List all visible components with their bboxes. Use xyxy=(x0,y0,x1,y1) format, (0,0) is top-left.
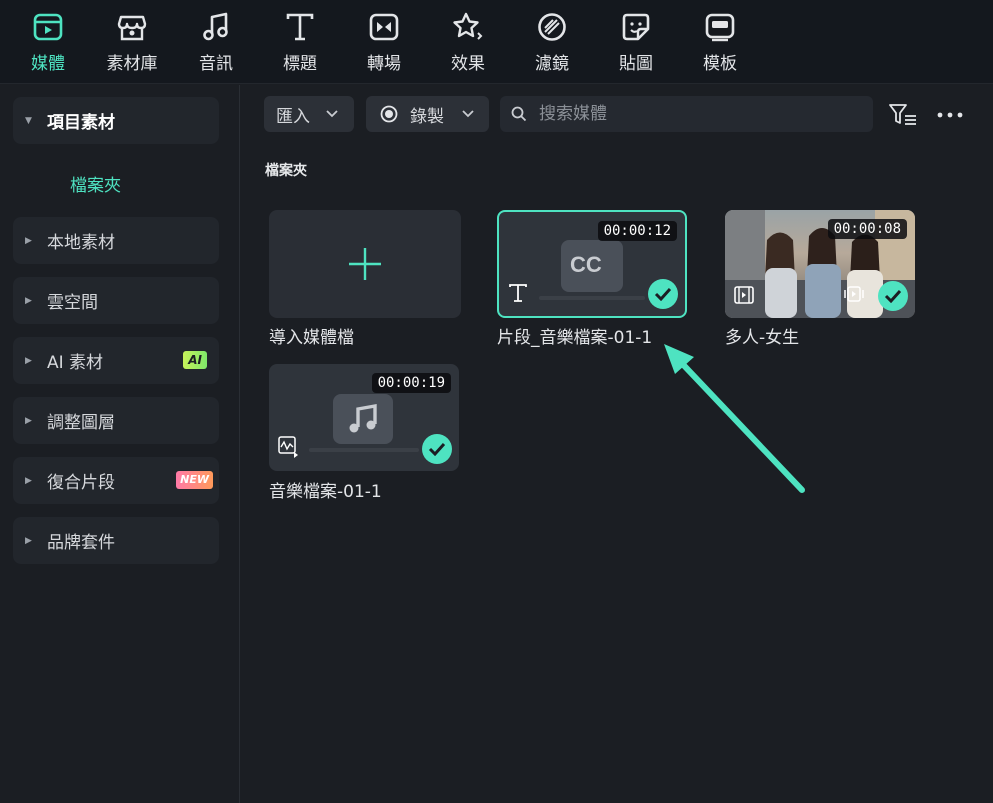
caret-right-icon: ▶ xyxy=(25,295,32,306)
sidebar-item-label: 項目素材 xyxy=(47,113,115,133)
sidebar-item-label: 本地素材 xyxy=(47,233,115,253)
caret-right-icon: ▶ xyxy=(25,415,32,426)
added-check-icon xyxy=(648,279,678,309)
caret-right-icon: ▶ xyxy=(25,355,32,366)
annotation-arrow xyxy=(664,344,805,493)
import-label: 匯入 xyxy=(276,106,310,127)
music-note-icon xyxy=(333,394,393,444)
media-icon xyxy=(31,10,65,43)
tab-audio[interactable]: 音訊 xyxy=(181,10,251,74)
search-input[interactable] xyxy=(539,104,839,124)
card-name: 片段_音樂檔案-01-1 xyxy=(497,328,653,348)
tab-label: 素材庫 xyxy=(106,54,158,74)
video-film-icon xyxy=(734,286,754,304)
tab-label: 轉場 xyxy=(367,54,401,74)
tab-label: 標題 xyxy=(283,54,317,74)
sidebar-item-brand-kit[interactable]: ▶ 品牌套件 xyxy=(13,517,219,564)
top-toolbar: 媒體 素材庫 音訊 標題 轉場 效果 濾鏡 貼圖 模板 xyxy=(0,0,993,84)
filter-funnel-icon xyxy=(889,104,916,125)
record-dropdown[interactable]: 錄製 xyxy=(366,96,489,132)
sidebar-item-label: AI 素材 xyxy=(47,353,104,373)
tab-label: 貼圖 xyxy=(619,54,653,74)
added-check-icon xyxy=(878,281,908,311)
tab-label: 音訊 xyxy=(199,54,233,74)
tab-effects[interactable]: 效果 xyxy=(433,10,503,74)
proxy-icon xyxy=(844,286,864,302)
import-dropdown[interactable]: 匯入 xyxy=(264,96,354,132)
tab-stickers[interactable]: 貼圖 xyxy=(601,10,671,74)
card-name: 音樂檔案-01-1 xyxy=(269,482,382,502)
duration-label: 00:00:12 xyxy=(597,221,677,241)
sidebar-item-label: 復合片段 xyxy=(47,473,115,493)
tab-label: 模板 xyxy=(703,54,737,74)
duration-label: 00:00:08 xyxy=(827,219,907,239)
record-label: 錄製 xyxy=(410,106,444,127)
added-check-icon xyxy=(422,434,452,464)
sidebar: ▼ 項目素材 檔案夾 ▶ 本地素材 ▶ 雲空間 ▶ AI 素材 AI ▶ 調整圖… xyxy=(0,85,240,803)
shadow-line xyxy=(539,296,645,300)
media-thumbnail[interactable]: CC 00:00:12 xyxy=(497,210,687,318)
sidebar-item-cloud[interactable]: ▶ 雲空間 xyxy=(13,277,219,324)
duration-label: 00:00:19 xyxy=(371,373,451,393)
sidebar-item-ai-media[interactable]: ▶ AI 素材 AI xyxy=(13,337,219,384)
chevron-down-icon xyxy=(462,110,474,118)
caret-down-icon: ▼ xyxy=(25,115,32,126)
text-t-icon xyxy=(283,10,317,43)
tab-transitions[interactable]: 轉場 xyxy=(349,10,419,74)
search-icon xyxy=(511,106,527,122)
sidebar-item-label: 調整圖層 xyxy=(47,413,115,433)
search-box[interactable] xyxy=(500,96,873,132)
text-type-icon xyxy=(509,284,527,302)
tab-stock[interactable]: 素材庫 xyxy=(97,10,167,74)
new-badge: NEW xyxy=(176,471,213,489)
more-dots-icon xyxy=(937,112,963,118)
tab-label: 媒體 xyxy=(31,54,65,74)
filter-sort-button[interactable] xyxy=(887,102,919,128)
stock-store-icon xyxy=(115,10,149,43)
filter-icon xyxy=(535,10,569,43)
tab-media[interactable]: 媒體 xyxy=(13,10,83,74)
more-options-button[interactable] xyxy=(936,104,964,126)
plus-icon xyxy=(349,248,381,280)
tab-label: 濾鏡 xyxy=(535,54,569,74)
media-card[interactable]: CC 00:00:12 片段_音樂檔案-01-1 xyxy=(497,210,687,350)
transition-icon xyxy=(367,10,401,43)
caption-cc-icon: CC xyxy=(561,240,623,292)
folder-title: 檔案夾 xyxy=(265,163,307,179)
sidebar-item-project-media[interactable]: ▼ 項目素材 xyxy=(13,97,219,144)
sidebar-subitem-folder[interactable]: 檔案夾 xyxy=(70,171,121,196)
caret-right-icon: ▶ xyxy=(25,475,32,486)
sidebar-item-label: 雲空間 xyxy=(47,293,98,313)
chevron-down-icon xyxy=(326,110,338,118)
media-card[interactable]: 00:00:19 音樂檔案-01-1 xyxy=(269,364,459,504)
shadow-line xyxy=(309,448,419,452)
record-icon xyxy=(380,105,398,123)
tab-filters[interactable]: 濾鏡 xyxy=(517,10,587,74)
audio-waveform-icon xyxy=(278,436,298,458)
sidebar-item-local-media[interactable]: ▶ 本地素材 xyxy=(13,217,219,264)
import-media-card[interactable]: 導入媒體檔 xyxy=(269,210,461,350)
music-note-icon xyxy=(199,10,233,43)
sticker-icon xyxy=(619,10,653,43)
sidebar-item-compound-clip[interactable]: ▶ 復合片段 NEW xyxy=(13,457,219,504)
video-thumbnail[interactable]: 00:00:08 xyxy=(725,210,915,318)
tab-titles[interactable]: 標題 xyxy=(265,10,335,74)
tab-templates[interactable]: 模板 xyxy=(685,10,755,74)
template-icon xyxy=(703,10,737,43)
effects-star-icon xyxy=(451,10,485,43)
sidebar-item-label: 品牌套件 xyxy=(47,533,115,553)
ai-badge: AI xyxy=(183,351,207,369)
caret-right-icon: ▶ xyxy=(25,535,32,546)
media-card[interactable]: 00:00:08 多人-女生 xyxy=(725,210,915,350)
import-thumbnail[interactable] xyxy=(269,210,461,318)
caret-right-icon: ▶ xyxy=(25,235,32,246)
tab-label: 效果 xyxy=(451,54,485,74)
audio-thumbnail[interactable]: 00:00:19 xyxy=(269,364,459,471)
card-name: 導入媒體檔 xyxy=(269,328,354,348)
sidebar-item-adjustment-layer[interactable]: ▶ 調整圖層 xyxy=(13,397,219,444)
